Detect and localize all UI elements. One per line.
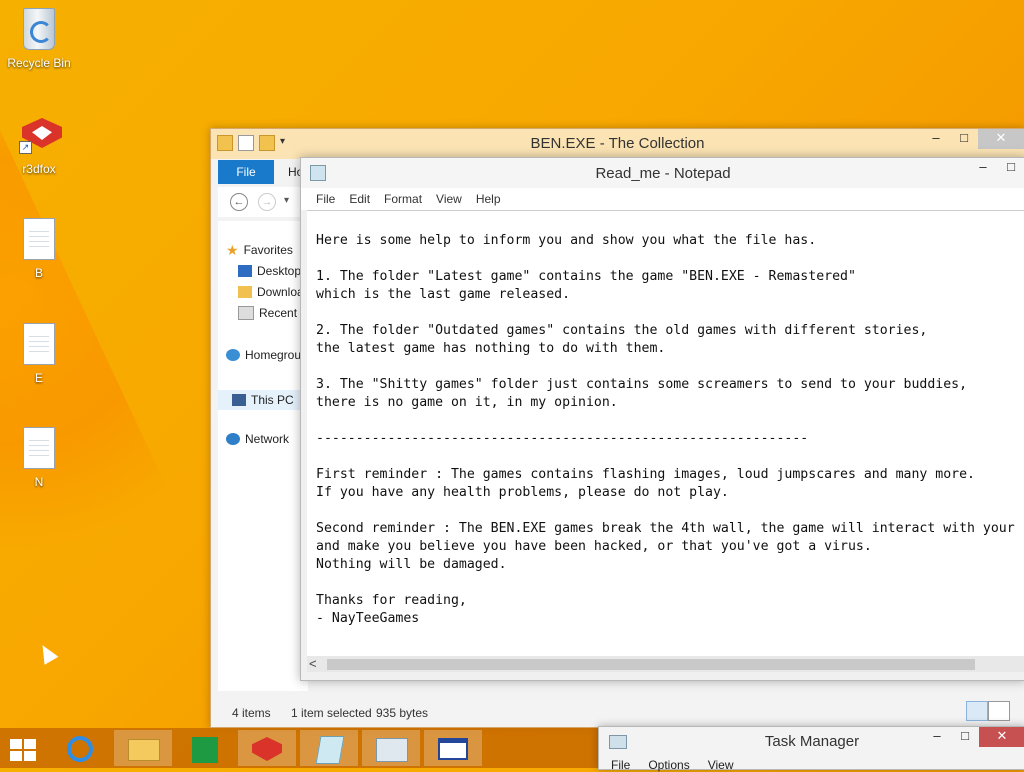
menu-view[interactable]: View <box>429 188 469 210</box>
sidebar-item-label: This PC <box>251 393 294 407</box>
taskbar-internet-explorer[interactable] <box>52 730 110 766</box>
taskbar-r3dfox[interactable] <box>238 730 296 766</box>
horizontal-scrollbar[interactable]: < <box>307 656 1024 672</box>
sidebar-item-homegroup[interactable]: Homegroup <box>226 348 308 362</box>
navigation-pane: ★ Favorites Desktop Downloads Recent pla… <box>218 221 335 691</box>
windows-icon <box>10 739 38 763</box>
homegroup-icon <box>226 349 240 361</box>
notepad-text-area[interactable]: Here is some help to inform you and show… <box>307 210 1024 656</box>
desktop-icon-e[interactable]: E <box>0 323 78 385</box>
sidebar-item-label: Favorites <box>243 243 293 257</box>
back-button[interactable]: ← <box>230 193 248 211</box>
taskbar-store[interactable] <box>176 730 234 766</box>
internet-explorer-icon <box>67 736 93 762</box>
start-button[interactable] <box>0 730 58 766</box>
scroll-left-button[interactable]: < <box>309 656 317 671</box>
taskbar-file-explorer[interactable] <box>114 730 172 766</box>
notepad-content[interactable]: Here is some help to inform you and show… <box>316 232 1015 628</box>
status-bar: 4 items 1 item selected 935 bytes <box>211 697 1024 727</box>
desktop-icon <box>238 265 252 277</box>
task-manager-minimize-button[interactable]: – <box>923 727 951 747</box>
menu-format[interactable]: Format <box>377 188 429 210</box>
selection-count: 1 item selected <box>291 706 372 720</box>
r3dfox-icon <box>252 737 282 761</box>
forward-button[interactable]: → <box>258 193 276 211</box>
desktop-icon-recycle-bin[interactable]: Recycle Bin <box>0 8 78 70</box>
task-manager-window[interactable]: Task Manager – □ ✕ File Options View <box>598 726 1024 772</box>
desktop-icon-label: Recycle Bin <box>7 56 71 70</box>
item-count: 4 items <box>232 706 271 720</box>
taskbar-window[interactable] <box>424 730 482 766</box>
sidebar-item-label: Network <box>245 432 290 446</box>
explorer-minimize-button[interactable]: – <box>922 129 950 149</box>
sidebar-item-network[interactable]: Network <box>226 432 289 446</box>
explorer-titlebar[interactable]: ▾ BEN.EXE - The Collection – □ ✕ <box>211 129 1024 159</box>
store-icon <box>192 737 218 763</box>
notepad-title: Read_me - Notepad <box>595 165 731 182</box>
taskbar-task-manager[interactable] <box>362 730 420 766</box>
sidebar-item-favorites[interactable]: ★ Favorites <box>226 243 293 257</box>
recent-locations-icon[interactable]: ▾ <box>284 195 289 206</box>
task-manager-menubar: File Options View <box>611 758 734 772</box>
explorer-title: BEN.EXE - The Collection <box>530 135 705 152</box>
sidebar-item-desktop[interactable]: Desktop <box>238 264 301 278</box>
notepad-window[interactable]: Read_me - Notepad – □ File Edit Format V… <box>300 157 1024 681</box>
menu-help[interactable]: Help <box>469 188 508 210</box>
downloads-icon <box>238 286 252 298</box>
notepad-maximize-button[interactable]: □ <box>997 158 1024 178</box>
menu-edit[interactable]: Edit <box>342 188 377 210</box>
r3dfox-icon: ↗ <box>19 114 65 154</box>
folder-icon <box>128 739 160 761</box>
sidebar-item-label: Desktop <box>257 264 302 278</box>
desktop-icon-n[interactable]: N <box>0 427 78 489</box>
explorer-maximize-button[interactable]: □ <box>950 129 978 149</box>
taskbar-notepad[interactable] <box>300 730 358 766</box>
notepad-titlebar[interactable]: Read_me - Notepad – □ <box>301 158 1024 188</box>
navigation-bar: ← → ▾ <box>218 187 308 217</box>
sidebar-item-this-pc[interactable]: This PC <box>218 390 308 410</box>
task-manager-close-button[interactable]: ✕ <box>979 727 1024 747</box>
notepad-minimize-button[interactable]: – <box>969 158 997 178</box>
tab-file[interactable]: File <box>218 160 274 184</box>
tm-menu-view[interactable]: View <box>708 758 734 772</box>
task-manager-icon <box>376 738 408 762</box>
desktop-icon-label: B <box>34 266 43 280</box>
explorer-close-button[interactable]: ✕ <box>978 129 1024 149</box>
notepad-menubar: File Edit Format View Help <box>301 188 1024 210</box>
network-icon <box>226 433 240 445</box>
desktop-icon-label: r3dfox <box>22 162 56 176</box>
task-manager-maximize-button[interactable]: □ <box>951 727 979 747</box>
recent-places-icon <box>238 306 254 320</box>
large-icons-view-button[interactable] <box>988 701 1010 721</box>
desktop-icon-r3dfox[interactable]: ↗ r3dfox <box>0 114 78 176</box>
desktop-icon-b[interactable]: B <box>0 218 78 280</box>
mouse-cursor-icon <box>35 641 59 665</box>
scrollbar-thumb[interactable] <box>327 659 975 670</box>
ribbon-tabs: File Ho <box>218 160 308 186</box>
window-icon <box>438 738 468 760</box>
file-icon <box>23 218 55 260</box>
desktop-icon-label: E <box>34 371 43 385</box>
recycle-bin-icon <box>23 8 55 50</box>
notepad-icon <box>315 736 345 764</box>
selection-size: 935 bytes <box>376 706 429 720</box>
desktop-icon-label: N <box>34 475 44 489</box>
tm-menu-options[interactable]: Options <box>648 758 689 772</box>
pc-icon <box>232 394 246 406</box>
taskbar <box>0 728 598 768</box>
file-icon <box>23 323 55 365</box>
sidebar-item-label: Homegroup <box>245 348 308 362</box>
menu-file[interactable]: File <box>309 188 342 210</box>
star-icon: ★ <box>226 242 239 258</box>
details-view-button[interactable] <box>966 701 988 721</box>
tm-menu-file[interactable]: File <box>611 758 630 772</box>
file-icon <box>23 427 55 469</box>
